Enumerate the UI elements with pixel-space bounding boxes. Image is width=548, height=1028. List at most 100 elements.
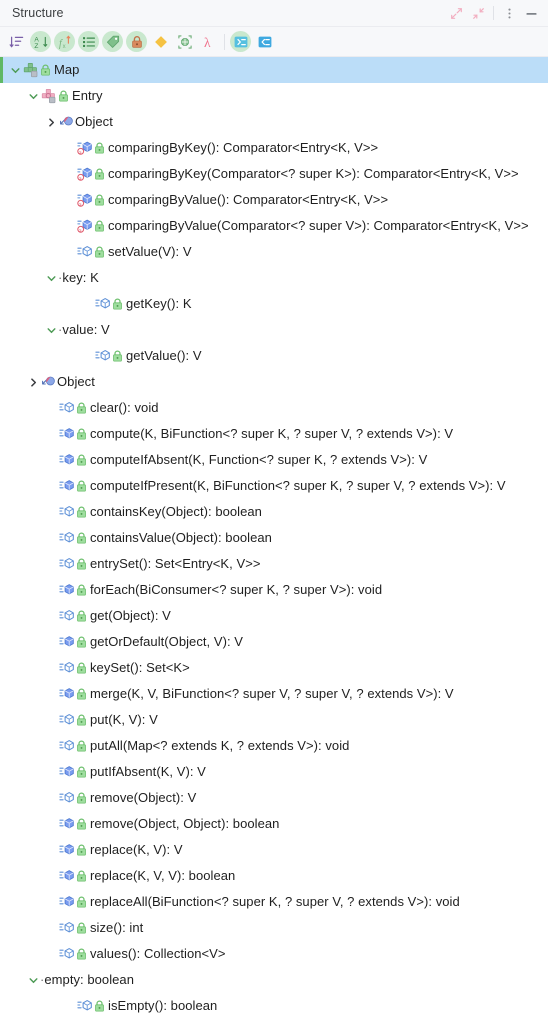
page-title: Structure xyxy=(12,6,64,20)
collapse-all-button[interactable] xyxy=(254,31,275,52)
show-fields-button[interactable]: f x xyxy=(54,31,75,52)
tree-twisty-none xyxy=(44,395,58,421)
collapse-arrows-icon xyxy=(472,7,484,19)
tree-twisty-collapsed[interactable] xyxy=(44,109,58,135)
method-default-icon xyxy=(58,447,75,473)
method-abstract-icon xyxy=(76,239,93,265)
tree-twisty-none xyxy=(44,603,58,629)
lock-public-icon xyxy=(75,473,88,499)
tree-row[interactable]: computeIfPresent(K, BiFunction<? super K… xyxy=(0,473,548,499)
show-non-public-button[interactable] xyxy=(126,31,147,52)
tree-row-label: getValue(): V xyxy=(126,348,202,363)
tree-row[interactable]: s comparingByValue(): Comparator<Entry<K,… xyxy=(0,187,548,213)
lock-public-icon xyxy=(75,447,88,473)
method-default-icon xyxy=(58,811,75,837)
tree-row[interactable]: getKey(): K xyxy=(0,291,548,317)
tree-row-label: Object xyxy=(75,114,113,129)
tree-row-label: ·empty: boolean xyxy=(40,972,134,987)
tree-row[interactable]: forEach(BiConsumer<? super K, ? super V>… xyxy=(0,577,548,603)
options-menu-button[interactable] xyxy=(498,2,520,24)
tree-row-label: get(Object): V xyxy=(90,608,171,623)
expand-all-button[interactable] xyxy=(230,31,251,52)
hide-button[interactable] xyxy=(520,2,542,24)
tree-twisty-none xyxy=(44,889,58,915)
show-anonymous-classes-button[interactable] xyxy=(174,31,195,52)
tree-twisty-expanded[interactable] xyxy=(26,967,40,993)
tree-row[interactable]: put(K, V): V xyxy=(0,707,548,733)
lock-public-icon xyxy=(75,395,88,421)
method-default-icon xyxy=(58,889,75,915)
tree-row[interactable]: size(): int xyxy=(0,915,548,941)
minimize-icon xyxy=(526,12,536,15)
tree-row[interactable]: setValue(V): V xyxy=(0,239,548,265)
tree-row-label: comparingByValue(Comparator<? super V>):… xyxy=(108,218,529,233)
expand-window-button[interactable] xyxy=(445,2,467,24)
method-default-icon xyxy=(58,473,75,499)
tree-row-label: comparingByKey(): Comparator<Entry<K, V>… xyxy=(108,140,379,155)
tree-row[interactable]: compute(K, BiFunction<? super K, ? super… xyxy=(0,421,548,447)
tree-twisty-collapsed[interactable] xyxy=(26,369,40,395)
tree-row[interactable]: computeIfAbsent(K, Function<? super K, ?… xyxy=(0,447,548,473)
svg-text:Z: Z xyxy=(34,43,38,50)
tree-row[interactable]: Object xyxy=(0,109,548,135)
chevron-right-icon xyxy=(30,377,36,387)
tree-row[interactable]: clear(): void xyxy=(0,395,548,421)
tree-row[interactable]: getValue(): V xyxy=(0,343,548,369)
tree-row[interactable]: replace(K, V): V xyxy=(0,837,548,863)
tree-row[interactable]: s comparingByKey(): Comparator<Entry<K, V… xyxy=(0,135,548,161)
tree-row[interactable]: putAll(Map<? extends K, ? extends V>): v… xyxy=(0,733,548,759)
method-abstract-icon xyxy=(94,291,111,317)
tree-row-label: ·value: V xyxy=(58,322,110,337)
lock-public-icon xyxy=(75,889,88,915)
tree-row[interactable]: containsKey(Object): boolean xyxy=(0,499,548,525)
tree-twisty-expanded[interactable] xyxy=(44,265,58,291)
show-properties-button[interactable] xyxy=(78,31,99,52)
tree-twisty-none xyxy=(44,785,58,811)
more-vertical-icon xyxy=(507,8,511,18)
tree-twisty-none xyxy=(44,499,58,525)
tree-row[interactable]: ·empty: boolean xyxy=(0,967,548,993)
show-lambdas-button[interactable]: λ xyxy=(198,31,219,52)
tree-row[interactable]: keySet(): Set<K> xyxy=(0,655,548,681)
tree-row[interactable]: get(Object): V xyxy=(0,603,548,629)
tree-twisty-none xyxy=(44,447,58,473)
chevron-down-icon xyxy=(10,67,20,73)
tree-row[interactable]: remove(Object, Object): boolean xyxy=(0,811,548,837)
class-inherited-icon xyxy=(40,369,57,395)
group-by-property-button[interactable] xyxy=(102,31,123,52)
interface-icon xyxy=(22,57,39,83)
tree-twisty-none xyxy=(80,291,94,317)
tree-row[interactable]: containsValue(Object): boolean xyxy=(0,525,548,551)
structure-tree[interactable]: Map Entry Object s comparingByKey(): Compara… xyxy=(0,57,548,1028)
tree-row[interactable]: remove(Object): V xyxy=(0,785,548,811)
tree-row[interactable]: replaceAll(BiFunction<? super K, ? super… xyxy=(0,889,548,915)
collapse-window-button[interactable] xyxy=(467,2,489,24)
tree-row[interactable]: Map xyxy=(0,57,548,83)
tree-row[interactable]: isEmpty(): boolean xyxy=(0,993,548,1019)
lock-public-icon xyxy=(57,83,70,109)
sort-alphabetically-icon: A Z xyxy=(34,36,47,50)
tree-row[interactable]: ·value: V xyxy=(0,317,548,343)
tree-row[interactable]: Object xyxy=(0,369,548,395)
tree-row[interactable]: Entry xyxy=(0,83,548,109)
tree-row[interactable]: putIfAbsent(K, V): V xyxy=(0,759,548,785)
tree-twisty-expanded[interactable] xyxy=(44,317,58,343)
tree-row[interactable]: s comparingByValue(Comparator<? super V>)… xyxy=(0,213,548,239)
tree-row-label: replace(K, V, V): boolean xyxy=(90,868,236,883)
tree-row[interactable]: s comparingByKey(Comparator<? super K>): … xyxy=(0,161,548,187)
sort-by-visibility-button[interactable] xyxy=(6,31,27,52)
tree-twisty-expanded[interactable] xyxy=(8,57,22,83)
tree-row[interactable]: getOrDefault(Object, V): V xyxy=(0,629,548,655)
show-inherited-button[interactable] xyxy=(150,31,171,52)
tree-row-label: Map xyxy=(54,62,80,77)
tree-row[interactable]: values(): Collection<V> xyxy=(0,941,548,967)
chevron-down-icon xyxy=(28,93,38,99)
tree-row[interactable]: replace(K, V, V): boolean xyxy=(0,863,548,889)
tree-twisty-expanded[interactable] xyxy=(26,83,40,109)
tree-row[interactable]: ·key: K xyxy=(0,265,548,291)
tree-twisty-none xyxy=(44,863,58,889)
method-abstract-icon xyxy=(58,915,75,941)
tree-row[interactable]: merge(K, V, BiFunction<? super V, ? supe… xyxy=(0,681,548,707)
sort-alphabetically-button[interactable]: A Z xyxy=(30,31,51,52)
tree-row[interactable]: entrySet(): Set<Entry<K, V>> xyxy=(0,551,548,577)
